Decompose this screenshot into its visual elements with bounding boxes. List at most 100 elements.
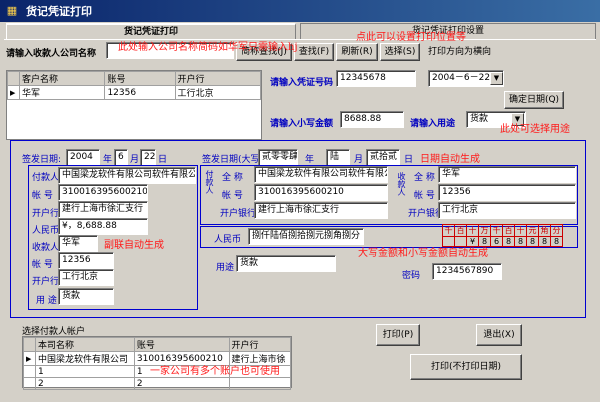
date-value: 2004－6－22 (432, 73, 491, 83)
cell-company[interactable]: 1 (35, 365, 135, 378)
digit-head: 十 (466, 224, 479, 237)
big-day-unit: 日 (404, 155, 414, 165)
stub-payee-field[interactable]: 华军 (58, 235, 98, 252)
main-payer-bank-field[interactable]: 建行上海市徐汇支行 (254, 202, 388, 219)
grid-corner (23, 337, 36, 352)
sign-date-label: 签发日期: (22, 155, 62, 165)
annotation-date-hint: 日期自动生成 (420, 154, 480, 165)
voucher-number-input[interactable]: 12345678 (336, 70, 416, 87)
cell-name[interactable]: 华军 (18, 85, 106, 100)
cell-bank[interactable] (228, 377, 292, 390)
day-field[interactable]: 22 (140, 149, 156, 166)
stub-acct-field[interactable]: 310016395600210 (58, 184, 148, 201)
annotation-amount-hint: 大写金额和小写金额自动生成 (358, 248, 488, 259)
payee-prompt: 请输入收款人公司名称 (6, 49, 97, 59)
main-payer-side: 付款人 (205, 170, 214, 194)
stub-bank-field[interactable]: 建行上海市徐汇支行 (58, 201, 148, 218)
window-title: 货记凭证打印 (26, 5, 92, 18)
big-year-unit: 年 (305, 155, 315, 165)
stub-payer-label: 付款人 (32, 173, 60, 183)
cell-bank[interactable]: 工行北京 (174, 85, 262, 100)
col-header-company[interactable]: 本司名称 (35, 337, 135, 352)
tab-print[interactable]: 货记凭证打印 (6, 23, 296, 39)
password-field[interactable]: 1234567890 (432, 263, 502, 280)
confirm-date-button[interactable]: 确定日期(Q) (504, 91, 564, 109)
main-payer-acct-field[interactable]: 310016395600210 (254, 184, 388, 201)
col-header-account[interactable]: 账号 (104, 71, 176, 86)
print-no-date-button[interactable]: 打印(不打印日期) (410, 354, 522, 380)
stub-purpose-field[interactable]: 货款 (58, 288, 114, 305)
annotation-name-hint: 此处输入公司名称简码如华军只需输入hj (118, 42, 298, 53)
col-header-bank[interactable]: 开户行 (228, 337, 292, 352)
col-header-bank[interactable]: 开户行 (174, 71, 262, 86)
main-full-label: 全 称 (222, 173, 243, 183)
main-pwd-label: 密码 (402, 271, 421, 281)
digit-value: 8 (550, 236, 563, 247)
digit-value: 8 (526, 236, 539, 247)
year-field[interactable]: 2004 (66, 149, 100, 166)
stub-payee-acct-field[interactable]: 12356 (58, 252, 114, 269)
year-unit: 年 (103, 155, 113, 165)
main-p-acct-label: 帐 号 (414, 191, 435, 201)
main-payee-bank-field[interactable]: 工行北京 (438, 202, 576, 219)
main-payee-acct-field[interactable]: 12356 (438, 184, 576, 201)
select-button[interactable]: 选择(S) (380, 43, 420, 61)
main-purpose-field[interactable]: 货款 (236, 255, 336, 272)
print-direction-label: 打印方向为横向 (428, 47, 492, 57)
col-header-name[interactable]: 客户名称 (18, 71, 106, 86)
digit-head: 千 (442, 224, 455, 237)
day-unit: 日 (158, 155, 168, 165)
row-pointer-icon: ▶ (23, 351, 36, 366)
find-button[interactable]: 查找(F) (294, 43, 334, 61)
grid-corner (7, 71, 20, 86)
digit-value: 8 (502, 236, 515, 247)
cell-account[interactable]: 12356 (104, 85, 176, 100)
stub-payee-acct-label: 帐 号 (32, 260, 53, 270)
stub-payer-field[interactable]: 中国梁龙软件有限公司软件有限公司 (58, 167, 196, 184)
main-p-full-label: 全 称 (414, 173, 435, 183)
stub-acct-label: 帐 号 (32, 191, 53, 201)
big-month-unit: 月 (354, 155, 364, 165)
payee-grid[interactable]: 客户名称 账号 开户行 ▶ 华军 12356 工行北京 (6, 70, 262, 140)
tab-divider (4, 39, 596, 40)
stub-payee-label: 收款人 (32, 243, 60, 253)
row-pointer (23, 377, 36, 390)
main-rmb-big-field[interactable]: 捌仟陆佰捌拾捌元捌角捌分 (248, 228, 364, 245)
big-year-field[interactable]: 贰零零肆 (258, 149, 298, 166)
stub-bank-label: 开户行 (32, 209, 60, 219)
print-button[interactable]: 打印(P) (376, 324, 420, 346)
table-row[interactable]: ▶ 华军 12356 工行北京 (7, 85, 262, 100)
amount-prompt: 请输入小写金额 (270, 119, 334, 129)
main-bank-label: 开户银行 (220, 209, 257, 219)
app-icon: ▦ (6, 4, 18, 17)
big-day-field[interactable]: 贰拾贰 (366, 149, 400, 166)
cell-company[interactable]: 中国梁龙软件有限公司 (35, 351, 135, 366)
main-payer-full-field[interactable]: 中国梁龙软件有限公司软件有限公司 (254, 166, 388, 183)
month-field[interactable]: 6 (114, 149, 128, 166)
title-bar: ▦ 货记凭证打印 (0, 0, 600, 22)
big-month-field[interactable]: 陆 (326, 149, 350, 166)
main-purpose-label: 用途 (216, 263, 235, 273)
stub-rmb-label: 人民币 (32, 226, 60, 236)
digit-value: 8 (538, 236, 551, 247)
digit-head: 百 (502, 224, 515, 237)
table-row[interactable]: 2 2 (23, 377, 292, 390)
col-header-account[interactable]: 账号 (133, 337, 230, 352)
chevron-down-icon[interactable]: ▼ (490, 72, 503, 85)
row-pointer (23, 365, 36, 378)
stub-payee-bank-field[interactable]: 工行北京 (58, 269, 114, 286)
stub-rmb-field[interactable]: ¥，8,688.88 (58, 218, 148, 235)
annotation-settings-hint: 点此可以设置打印位置等 (356, 32, 466, 43)
exit-button[interactable]: 退出(X) (476, 324, 522, 346)
cell-company[interactable]: 2 (35, 377, 135, 390)
big-date-label: 签发日期(大写) (202, 155, 264, 165)
annotation-multi-account-hint: 一家公司有多个账户也可使用 (150, 366, 280, 377)
refresh-button[interactable]: 刷新(R) (336, 43, 378, 61)
row-pointer-icon: ▶ (7, 85, 20, 100)
cell-account[interactable]: 2 (133, 377, 230, 390)
main-payee-full-field[interactable]: 华军 (438, 166, 576, 183)
amount-input[interactable]: 8688.88 (340, 111, 404, 128)
month-unit: 月 (130, 155, 140, 165)
digit-head: 万 (478, 224, 491, 237)
digit-head: 百 (454, 224, 467, 237)
